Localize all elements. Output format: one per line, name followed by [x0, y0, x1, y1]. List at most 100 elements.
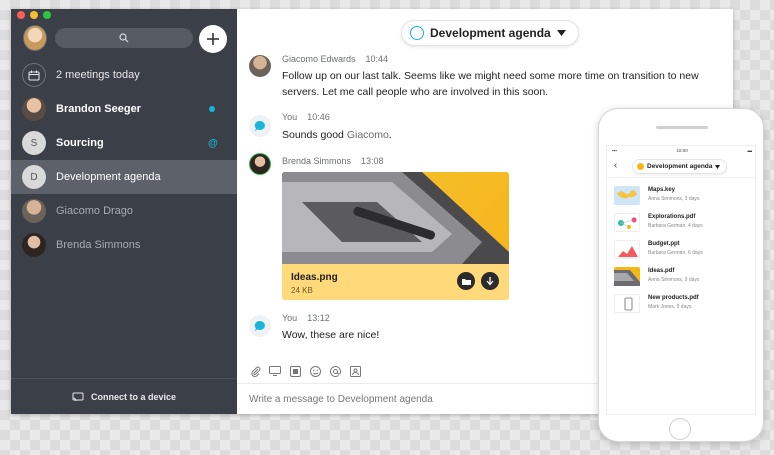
avatar: D [22, 165, 46, 189]
image-attachment[interactable]: Ideas.png 24 KB [282, 172, 509, 300]
message-author: Giacomo Edwards [282, 54, 356, 64]
message-time: 10:46 [307, 112, 330, 122]
message-meta: Giacomo Edwards 10:44 [282, 54, 388, 64]
mention[interactable]: Giacomo [347, 129, 389, 141]
message-time: 13:12 [307, 313, 330, 323]
folder-icon [461, 278, 471, 285]
phone-status-bar: ▪▪▪ 18:00 ▬ [607, 148, 757, 154]
my-avatar[interactable] [23, 25, 47, 51]
avatar [22, 97, 46, 121]
gif-icon[interactable] [289, 365, 301, 377]
chart-thumbnail [614, 240, 640, 259]
attachment-name: Ideas.png [291, 272, 338, 283]
avatar-initial: S [30, 137, 38, 149]
message-time: 13:08 [361, 156, 384, 166]
search-icon [119, 33, 129, 43]
image-thumbnail [614, 267, 640, 286]
avatar [249, 115, 271, 137]
back-icon[interactable]: ‹ [614, 160, 617, 171]
search-input[interactable] [55, 28, 193, 48]
message-text-part: . [388, 129, 392, 141]
file-meta: Mark Jones, 9 days [648, 304, 692, 310]
sidebar-item-giacomo-drago[interactable]: Giacomo Drago [11, 194, 237, 228]
diagram-thumbnail [614, 213, 640, 232]
avatar [22, 199, 46, 223]
file-meta: Barbara German, 6 days [648, 250, 703, 256]
message-text: Sounds good Giacomo. [282, 127, 392, 143]
emoji-icon[interactable] [309, 365, 321, 377]
phone-header: ‹ Development agenda [607, 156, 757, 178]
sidebar: 2 meetings today Brandon Seeger S Sourci… [11, 9, 237, 414]
sidebar-item-development-agenda[interactable]: D Development agenda [11, 160, 237, 194]
paperclip-icon[interactable] [249, 365, 261, 377]
message-time: 10:44 [365, 54, 389, 64]
connect-device-label: Connect to a device [90, 391, 177, 402]
page-title: Development agenda [430, 26, 551, 40]
file-name: Explorations.pdf [648, 214, 696, 220]
message-input-placeholder: Write a message to Development agenda [249, 393, 433, 405]
connect-device-button[interactable]: Connect to a device [11, 378, 237, 414]
message-author: Brenda Simmons [282, 156, 352, 166]
open-folder-button[interactable] [457, 272, 475, 290]
message-meta: You 10:46 [282, 112, 330, 122]
cast-icon [72, 392, 84, 401]
sidebar-item-label: Sourcing [56, 137, 104, 149]
phone-title-dropdown[interactable]: Development agenda [632, 159, 728, 174]
file-meta: Anna Simmons, 3 days [648, 196, 700, 202]
file-row[interactable]: New products.pdf Mark Jones, 9 days [614, 292, 754, 316]
minimize-window-button[interactable] [30, 11, 38, 19]
phone-title: Development agenda [647, 163, 713, 170]
file-name: Budget.ppt [648, 241, 680, 247]
file-row[interactable]: Budget.ppt Barbara German, 6 days [614, 238, 754, 262]
battery-icon: ▬ [747, 148, 753, 153]
close-window-button[interactable] [17, 11, 25, 19]
whiteboard-icon[interactable] [349, 365, 361, 377]
file-name: New products.pdf [648, 295, 699, 301]
avatar-initial: D [30, 171, 38, 183]
message-text: Follow up on our last talk. Seems like w… [282, 70, 699, 98]
message-text-part: Sounds good [282, 129, 347, 141]
phone-mockup: ▪▪▪ 18:00 ▬ ‹ Development agenda Maps.ke… [598, 108, 764, 442]
home-button[interactable] [669, 418, 691, 440]
maximize-window-button[interactable] [43, 11, 51, 19]
mention-badge: @ [208, 137, 218, 149]
signal-icon: ▪▪▪ [612, 148, 617, 153]
chevron-down-icon [715, 164, 721, 169]
document-thumbnail [614, 294, 640, 313]
message-meta: You 13:12 [282, 313, 330, 323]
attachment-size: 24 KB [291, 286, 313, 295]
sidebar-item-label: Brandon Seeger [56, 103, 141, 115]
chat-bubble-icon [254, 120, 265, 131]
sidebar-item-label: Brenda Simmons [56, 239, 141, 251]
calendar-icon [22, 63, 46, 87]
space-title-dropdown[interactable]: Development agenda [401, 20, 579, 46]
message-meta: Brenda Simmons 13:08 [282, 156, 384, 166]
laptop-photo [282, 172, 509, 264]
avatar [249, 315, 271, 337]
avatar [249, 153, 271, 175]
sidebar-item-meetings[interactable]: 2 meetings today [11, 58, 237, 92]
sidebar-item-sourcing[interactable]: S Sourcing @ [11, 126, 237, 160]
file-row[interactable]: Ideas.pdf Anna Simmons, 9 days [614, 265, 754, 289]
file-row[interactable]: Explorations.pdf Barbara German, 4 days [614, 211, 754, 235]
phone-time: 18:00 [676, 148, 688, 153]
window-controls [17, 11, 51, 19]
sidebar-item-brandon-seeger[interactable]: Brandon Seeger [11, 92, 237, 126]
map-thumbnail [614, 186, 640, 205]
download-button[interactable] [481, 272, 499, 290]
phone-screen: ▪▪▪ 18:00 ▬ ‹ Development agenda Maps.ke… [606, 145, 757, 415]
file-row[interactable]: Maps.key Anna Simmons, 3 days [614, 184, 754, 208]
sidebar-item-label: Giacomo Drago [56, 205, 134, 217]
sidebar-item-brenda-simmons[interactable]: Brenda Simmons [11, 228, 237, 262]
phone-speaker [656, 126, 708, 129]
message-text: Wow, these are nice! [282, 329, 380, 341]
download-icon [486, 276, 494, 285]
add-button[interactable] [199, 25, 227, 53]
screen-share-icon[interactable] [269, 365, 281, 377]
file-name: Maps.key [648, 187, 676, 193]
chevron-down-icon [556, 30, 566, 36]
unread-dot [209, 106, 215, 112]
mention-icon[interactable] [329, 365, 341, 377]
sidebar-item-label: 2 meetings today [56, 69, 140, 81]
attachment-footer: Ideas.png 24 KB [282, 264, 509, 300]
